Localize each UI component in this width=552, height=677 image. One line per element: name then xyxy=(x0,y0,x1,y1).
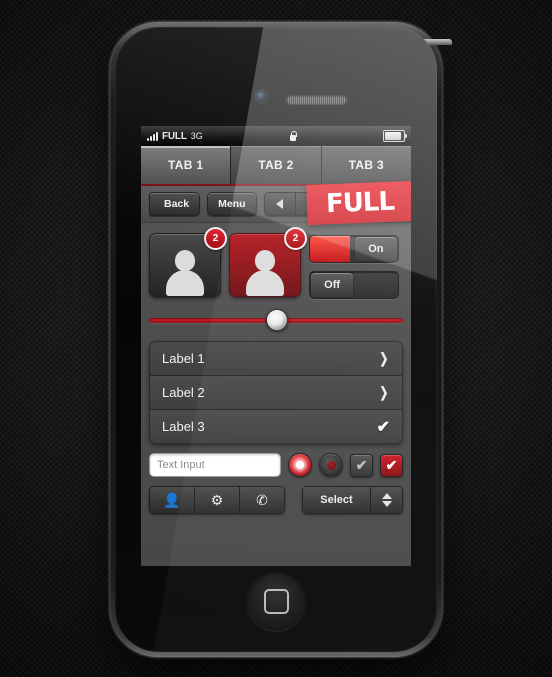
tab-3[interactable]: TAB 3 xyxy=(321,146,411,184)
avatar-tile-1[interactable]: 2 xyxy=(149,227,227,297)
select-control: Select xyxy=(302,486,403,514)
form-row: Text Input ✔ ✔ xyxy=(141,444,411,477)
text-input[interactable]: Text Input xyxy=(149,453,281,477)
volume-slider[interactable] xyxy=(149,307,403,333)
earpiece-speaker-icon xyxy=(286,95,347,104)
battery-icon xyxy=(382,130,407,142)
text-input-value: Text Input xyxy=(157,459,205,471)
stepper-down-arrow[interactable] xyxy=(381,501,392,507)
tab-1[interactable]: TAB 1 xyxy=(141,146,232,184)
prev-button[interactable] xyxy=(264,193,296,215)
status-bar-left: FULL 3G xyxy=(147,131,203,142)
stepper-up-arrow[interactable] xyxy=(381,493,392,499)
home-button[interactable] xyxy=(245,570,307,632)
list-item[interactable]: Label 1 ❯ xyxy=(150,342,402,376)
toggle-switch-on[interactable]: On xyxy=(309,235,399,263)
toolbar: Back Menu FULL xyxy=(141,180,411,226)
back-button[interactable]: Back xyxy=(149,192,201,216)
phone-screen: FULL 3G TAB 1 TAB 2 TAB 3 Back Menu FULL… xyxy=(141,126,411,566)
full-logo: FULL xyxy=(306,180,411,226)
radio-unselected-icon[interactable] xyxy=(319,453,343,477)
list-item-label: Label 2 xyxy=(162,385,205,400)
bottom-row: 👤 ⚙ ✆ Select xyxy=(141,477,411,514)
call-button[interactable]: ✆ xyxy=(240,487,284,513)
carrier-label: FULL xyxy=(162,130,187,142)
person-avatar-icon xyxy=(242,248,288,296)
list-item[interactable]: Label 3 ✔ xyxy=(150,410,402,443)
select-button[interactable]: Select xyxy=(303,487,371,513)
toggle-knob-on-label: On xyxy=(354,237,397,261)
chevron-right-icon: ❯ xyxy=(379,384,389,400)
radio-selected-icon[interactable] xyxy=(288,453,312,477)
avatar-tile-2[interactable]: 2 xyxy=(229,227,307,297)
menu-button[interactable]: Menu xyxy=(207,192,257,216)
screenshot-stage: FULL 3G TAB 1 TAB 2 TAB 3 Back Menu FULL… xyxy=(0,0,552,677)
checkmark-icon: ✔ xyxy=(376,418,390,436)
toggle-switch-off[interactable]: Off xyxy=(309,271,399,299)
list-group: Label 1 ❯ Label 2 ❯ Label 3 ✔ xyxy=(149,341,403,444)
lock-icon xyxy=(288,130,297,142)
chevron-right-icon: ❯ xyxy=(379,350,389,366)
triangle-left-icon xyxy=(276,199,284,209)
person-icon: 👤 xyxy=(163,491,181,508)
up-down-stepper-icon[interactable] xyxy=(371,487,402,513)
phone-icon: ✆ xyxy=(256,491,268,508)
toggle-knob-off-label: Off xyxy=(311,273,354,297)
status-bar: FULL 3G xyxy=(141,126,411,146)
person-avatar-icon xyxy=(162,248,208,296)
person-button[interactable]: 👤 xyxy=(150,487,195,513)
signal-bars-icon xyxy=(147,131,158,141)
list-item-label: Label 3 xyxy=(162,419,205,434)
full-logo-text: FULL xyxy=(325,186,395,220)
slider-knob[interactable] xyxy=(266,309,288,331)
phone-front-panel: FULL 3G TAB 1 TAB 2 TAB 3 Back Menu FULL… xyxy=(115,27,437,652)
phone-device: FULL 3G TAB 1 TAB 2 TAB 3 Back Menu FULL… xyxy=(110,22,452,657)
rounded-square-icon xyxy=(263,588,289,614)
media-row: 2 2 On Off xyxy=(141,223,411,299)
list-item-label: Label 1 xyxy=(162,351,205,366)
checkbox-checked-icon[interactable]: ✔ xyxy=(380,453,403,477)
app-content: TAB 1 TAB 2 TAB 3 Back Menu FULL 2 2 On … xyxy=(141,146,411,566)
tab-bar: TAB 1 TAB 2 TAB 3 xyxy=(141,146,411,186)
checkbox-unchecked-icon[interactable]: ✔ xyxy=(350,453,373,477)
list-item[interactable]: Label 2 ❯ xyxy=(150,376,402,410)
gear-icon: ⚙ xyxy=(210,491,224,508)
icon-segmented-control: 👤 ⚙ ✆ xyxy=(149,486,285,514)
network-type-label: 3G xyxy=(190,131,203,141)
settings-button[interactable]: ⚙ xyxy=(195,487,240,513)
badge-count-2: 2 xyxy=(284,227,307,250)
front-camera-icon xyxy=(256,91,267,102)
toggle-fill xyxy=(310,236,351,262)
badge-count-1: 2 xyxy=(204,227,227,250)
switch-group: On Off xyxy=(309,233,399,299)
tab-2[interactable]: TAB 2 xyxy=(231,146,322,184)
